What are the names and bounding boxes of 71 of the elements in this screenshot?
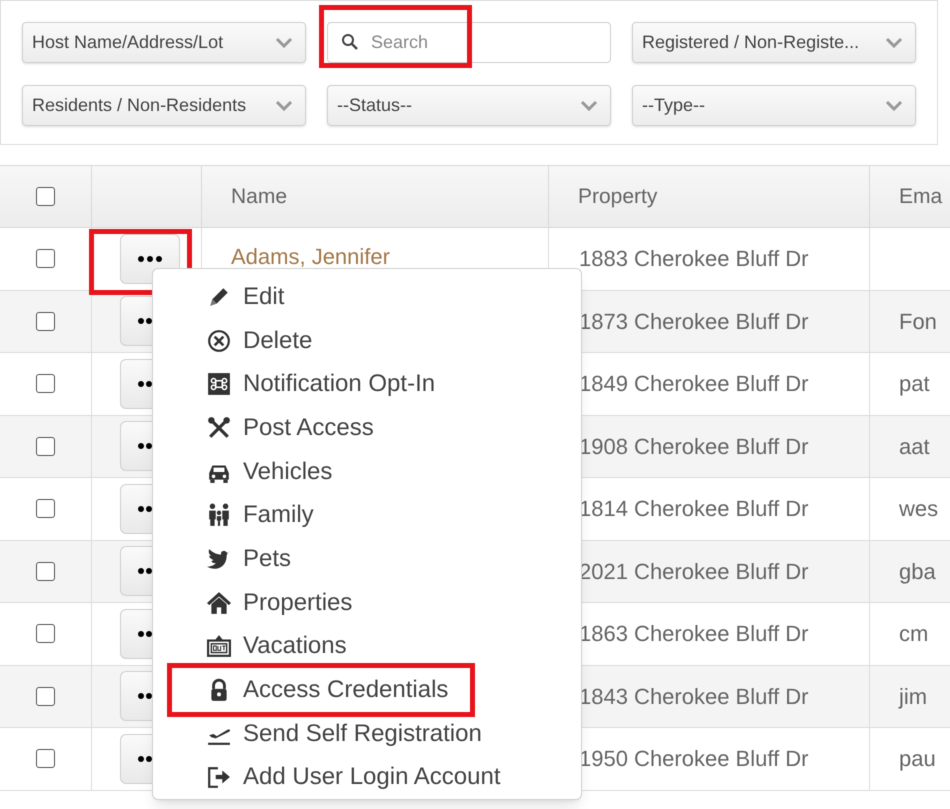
ellipsis-icon <box>138 256 162 262</box>
dropdown[interactable]: Host Name/Address/Lot <box>22 22 306 63</box>
checkbox[interactable] <box>36 624 55 644</box>
ellipsis-icon <box>138 756 152 762</box>
checkbox[interactable] <box>36 312 55 331</box>
property-cell-text: 1873 Cherokee Bluff Dr <box>579 308 809 336</box>
dropdown[interactable]: Registered / Non-Registe... <box>632 22 916 63</box>
ellipsis-icon <box>138 568 152 574</box>
email-cell-text: wes <box>899 495 938 524</box>
email-cell-text: Fon <box>899 308 937 336</box>
column-header: Property <box>578 184 658 210</box>
dropdown[interactable]: Residents / Non-Residents <box>22 85 306 126</box>
menu-item[interactable]: Notification Opt-In <box>207 369 436 400</box>
ellipsis-icon <box>138 693 152 700</box>
checkbox[interactable] <box>36 562 55 581</box>
checkbox[interactable] <box>36 249 55 268</box>
checkbox[interactable] <box>36 749 55 768</box>
property-cell-text: 2021 Cherokee Bluff Dr <box>579 558 809 586</box>
chevron-down-icon <box>275 100 293 112</box>
chevron-down-icon <box>885 36 903 48</box>
ellipsis-icon <box>138 443 152 450</box>
search-icon <box>341 33 359 51</box>
property-cell-text: 1883 Cherokee Bluff Dr <box>579 245 809 274</box>
menu-item[interactable]: Family <box>207 500 314 530</box>
chevron-down-icon <box>275 36 293 48</box>
command-key-icon <box>207 372 231 396</box>
search-field[interactable]: Search <box>327 22 611 63</box>
sign-in-icon <box>207 765 231 790</box>
bird-icon <box>207 546 231 571</box>
chevron-down-icon <box>580 100 598 112</box>
property-cell-text: 1908 Cherokee Bluff Dr <box>579 432 809 461</box>
email-cell-text: gba <box>899 558 936 586</box>
family-icon <box>207 503 231 528</box>
menu-item[interactable]: Pets <box>207 544 292 574</box>
column-header: Name <box>231 184 288 210</box>
ellipsis-icon <box>138 318 152 324</box>
property-cell-text: 1863 Cherokee Bluff Dr <box>579 620 809 648</box>
checkbox[interactable] <box>36 686 55 706</box>
property-cell-text: 1843 Cherokee Bluff Dr <box>579 682 809 711</box>
house-icon <box>207 590 231 615</box>
checkbox[interactable] <box>36 374 55 394</box>
checkbox[interactable] <box>36 436 55 456</box>
ellipsis-icon <box>138 506 152 512</box>
email-cell-text: jim <box>899 682 928 711</box>
ellipsis-icon <box>138 380 152 387</box>
menu-item[interactable]: Access Credentials <box>207 675 448 706</box>
checkbox[interactable] <box>36 499 55 518</box>
ellipsis-icon <box>138 630 152 637</box>
menu-item[interactable]: Post Access <box>207 412 374 443</box>
checkbox[interactable] <box>36 187 55 206</box>
dropdown[interactable]: --Status-- <box>327 85 611 126</box>
property-cell-text: 1849 Cherokee Bluff Dr <box>579 370 809 398</box>
property-cell-text: 1814 Cherokee Bluff Dr <box>579 495 809 524</box>
email-cell-text: pau <box>899 745 936 774</box>
property-cell-text: 1950 Cherokee Bluff Dr <box>579 745 809 774</box>
menu-item[interactable]: Vehicles <box>207 456 332 487</box>
chevron-down-icon <box>885 100 903 112</box>
column-header: Ema <box>899 184 942 210</box>
menu-item[interactable]: Send Self Registration <box>207 718 482 749</box>
menu-item[interactable]: Properties <box>207 588 352 618</box>
email-cell-text: aat <box>899 432 930 461</box>
menu-item[interactable]: Vacations <box>207 631 347 662</box>
delete-icon <box>207 328 231 353</box>
menu-item[interactable]: Edit <box>207 282 284 312</box>
dropdown[interactable]: --Type-- <box>632 85 916 126</box>
email-cell-text: pat <box>899 370 930 398</box>
email-cell-text: cm <box>899 620 928 648</box>
tools-icon <box>207 416 231 440</box>
out-sign-icon <box>207 634 231 658</box>
menu-item[interactable]: Delete <box>207 326 312 356</box>
menu-item[interactable]: Add User Login Account <box>207 762 500 792</box>
